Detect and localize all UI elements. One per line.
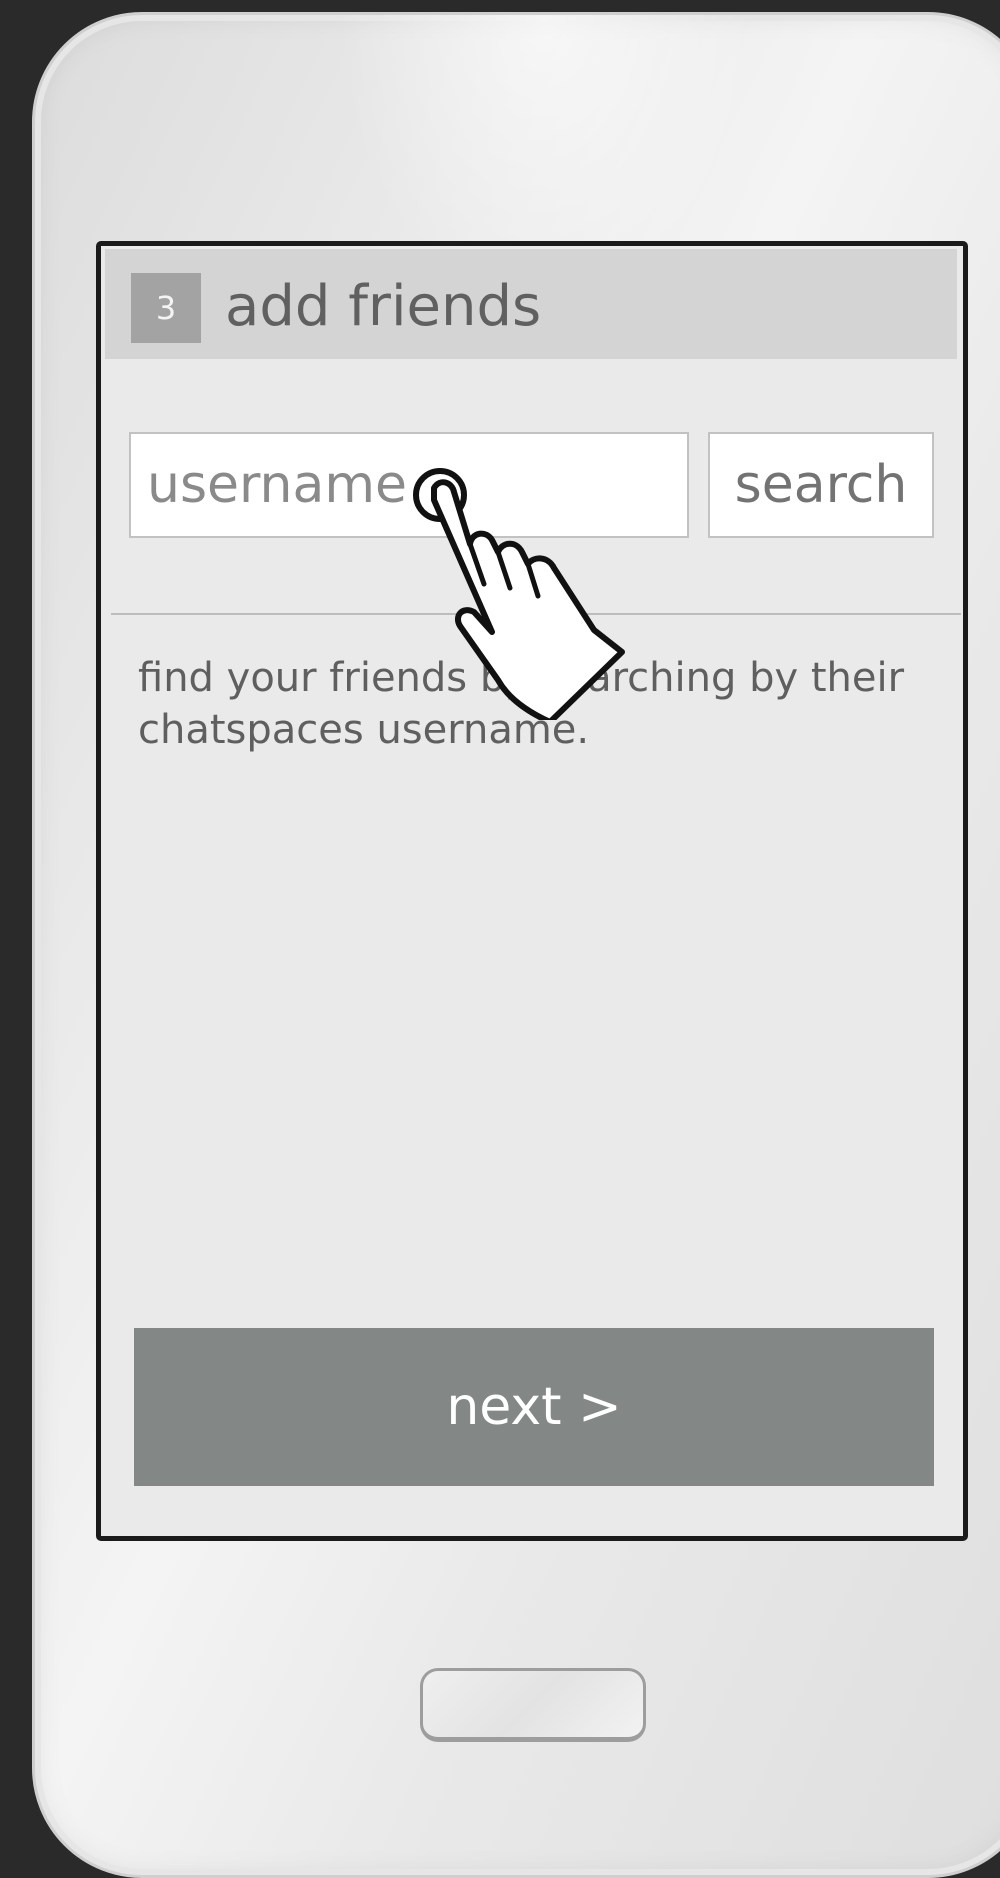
home-button[interactable] <box>420 1668 646 1742</box>
app-screen: 3 add friends search find your friends b… <box>96 241 968 1541</box>
next-button[interactable]: next > <box>134 1328 934 1486</box>
step-badge: 3 <box>131 273 201 343</box>
header-bar: 3 add friends <box>105 249 957 359</box>
page-title: add friends <box>225 274 542 339</box>
hand-shape <box>431 479 625 720</box>
tap-hand-icon <box>413 468 625 720</box>
search-button[interactable]: search <box>708 432 934 538</box>
